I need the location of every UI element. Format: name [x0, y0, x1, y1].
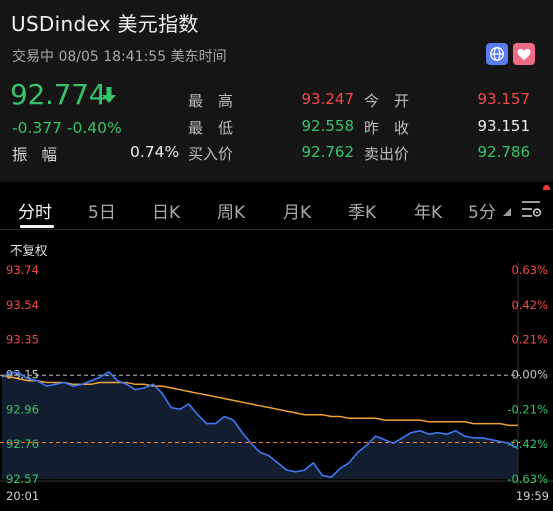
amplitude-label: 振幅: [12, 146, 72, 164]
tab-weekly-k[interactable]: 周K: [217, 198, 245, 223]
stat-value-bid: 92.762: [301, 143, 355, 161]
tab-5min[interactable]: 5分: [468, 198, 496, 223]
chart-settings-icon[interactable]: [520, 198, 544, 220]
heart-icon[interactable]: [513, 43, 535, 65]
y-tick-left: 92.57: [6, 472, 39, 486]
y-tick-left: 92.76: [6, 437, 39, 451]
stat-label-ask: 卖出价: [364, 145, 410, 163]
stat-value-prev-close: 93.151: [477, 117, 531, 135]
stat-value-open: 93.157: [477, 90, 531, 108]
stat-value-ask: 92.786: [477, 143, 531, 161]
y-tick-left: 93.54: [6, 298, 39, 312]
dropdown-icon[interactable]: [502, 207, 512, 217]
y-tick-right: 0.00%: [511, 368, 548, 382]
y-tick-left: 92.96: [6, 402, 39, 416]
time-end-label: 19:59: [515, 489, 549, 503]
y-tick-left: 93.35: [6, 333, 39, 347]
tab-intraday[interactable]: 分时: [18, 198, 52, 223]
tab-daily-k[interactable]: 日K: [152, 198, 180, 223]
amplitude-value: 0.74%: [130, 143, 180, 161]
stat-label-high: 最 高: [188, 92, 234, 110]
tab-5day[interactable]: 5日: [88, 198, 116, 223]
stat-label-low: 最 低: [188, 119, 234, 137]
stat-value-high: 93.247: [301, 90, 355, 108]
tab-monthly-k[interactable]: 月K: [283, 198, 311, 223]
y-tick-right: 0.21%: [511, 333, 548, 347]
y-tick-right: 0.42%: [511, 298, 548, 312]
stat-label-open: 今 开: [364, 92, 410, 110]
last-price: 92.774: [10, 78, 107, 111]
period-tabs: 分时 5日 日K 周K 月K 季K 年K 5分: [0, 190, 553, 228]
divider: [0, 229, 553, 230]
price-change: -0.377 -0.40%: [12, 119, 122, 137]
intraday-chart[interactable]: 93.74 0.63%93.54 0.42%93.35 0.21%93.15 0.00%…: [0, 257, 553, 511]
index-title: USDindex 美元指数: [11, 12, 199, 36]
globe-icon[interactable]: [486, 43, 508, 65]
price-area-fill: [2, 371, 518, 479]
stat-label-prev-close: 昨 收: [364, 119, 410, 137]
y-tick-right: -0.42%: [507, 437, 548, 451]
trading-status: 交易中 08/05 18:41:55 美东时间: [12, 49, 227, 65]
tab-quarterly-k[interactable]: 季K: [348, 198, 376, 223]
time-start-label: 20:01: [6, 489, 40, 503]
quote-header: USDindex 美元指数 交易中 08/05 18:41:55 美东时间 92…: [0, 0, 553, 182]
arrow-down-icon: [101, 86, 117, 108]
active-tab-underline: [20, 225, 54, 228]
stat-label-bid: 买入价: [188, 145, 234, 163]
y-tick-right: -0.21%: [507, 402, 548, 416]
y-tick-right: -0.63%: [507, 472, 548, 486]
stat-value-low: 92.558: [301, 117, 355, 135]
y-tick-left: 93.74: [6, 263, 39, 277]
y-tick-right: 0.63%: [511, 263, 548, 277]
tab-yearly-k[interactable]: 年K: [414, 198, 442, 223]
